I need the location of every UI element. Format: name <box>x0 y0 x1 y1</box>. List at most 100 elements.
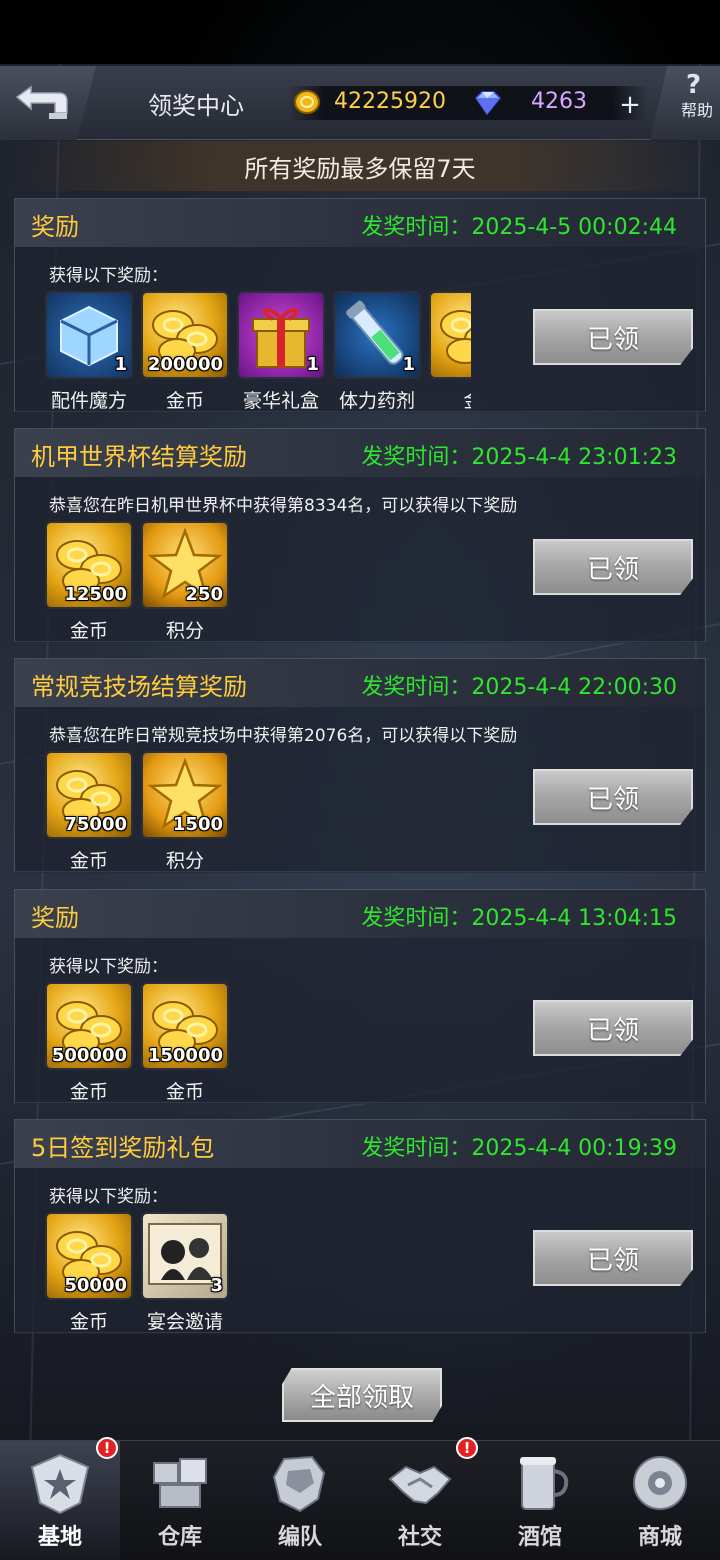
claimed-button[interactable]: 已领 <box>533 309 693 365</box>
claimed-button[interactable]: 已领 <box>533 1230 693 1286</box>
reward-item[interactable]: 200000 金币 <box>141 291 229 411</box>
item-count: 12500 <box>64 584 127 605</box>
item-count: 1500 <box>172 814 223 835</box>
reward-card-header: 机甲世界杯结算奖励 发奖时间：2025-4-4 23:01:23 <box>15 429 705 477</box>
reward-item[interactable]: 1 豪华礼盒 <box>237 291 325 411</box>
item-name: 积分 <box>165 620 204 641</box>
item-name: 金币 <box>69 1311 108 1332</box>
item-count: 500000 <box>51 1045 127 1066</box>
reward-card-header: 5日签到奖励礼包 发奖时间：2025-4-4 00:19:39 <box>15 1120 705 1168</box>
reward-time: 发奖时间：2025-4-4 13:04:15 <box>361 906 677 931</box>
nav-handshake[interactable]: 社交! <box>360 1437 480 1560</box>
item-count: 3 <box>210 1275 223 1296</box>
reward-time: 发奖时间：2025-4-4 23:01:23 <box>361 445 677 470</box>
retention-notice: 所有奖励最多保留7天 <box>0 141 720 191</box>
item-name: 金币 <box>165 390 204 411</box>
claimed-button[interactable]: 已领 <box>533 539 693 595</box>
reward-title: 机甲世界杯结算奖励 <box>31 443 247 471</box>
reward-card-header: 奖励 发奖时间：2025-4-4 13:04:15 <box>15 890 705 938</box>
gold-coins-icon: 200000 <box>141 291 229 379</box>
nav-label: 商城 <box>637 1525 682 1550</box>
reward-card: 常规竞技场结算奖励 发奖时间：2025-4-4 22:00:30 恭喜您在昨日常规竞… <box>14 658 706 873</box>
reward-item[interactable]: 1 配件魔方 <box>45 291 133 411</box>
reward-description: 恭喜您在昨日机甲世界杯中获得第8334名，可以获得以下奖励 <box>49 496 518 516</box>
reward-items: 500000 金币 150000 金币 <box>45 982 471 1102</box>
reward-items: 75000 金币 1500 积分 <box>45 751 471 871</box>
gold-coins-icon: 75000 <box>45 751 133 839</box>
handshake-icon <box>386 1449 454 1517</box>
item-count: 50000 <box>64 1275 127 1296</box>
gold-amount: 42225920 <box>334 89 446 114</box>
item-name: 金币 <box>69 1081 108 1102</box>
reward-card-header: 奖励 发奖时间：2025-4-5 00:02:44 <box>15 199 705 247</box>
reward-card-body: 恭喜您在昨日常规竞技场中获得第2076名，可以获得以下奖励 75000 金币 1500… <box>15 707 705 873</box>
help-label: 帮助 <box>681 101 714 120</box>
star-icon: 1500 <box>141 751 229 839</box>
reward-item[interactable]: 12500 金币 <box>45 521 133 641</box>
reward-description: 获得以下奖励： <box>49 266 168 286</box>
reward-title: 5日签到奖励礼包 <box>31 1134 215 1162</box>
gold-coins-icon: 50000 <box>45 1212 133 1300</box>
nav-formation[interactable]: 编队 <box>240 1441 360 1560</box>
potion-icon: 1 <box>333 291 421 379</box>
nav-label: 仓库 <box>157 1525 202 1550</box>
reward-card-body: 获得以下奖励： 50000 金币 3 宴会邀请 已领 <box>15 1168 705 1334</box>
base-icon <box>26 1449 94 1517</box>
nav-shop[interactable]: 商城 <box>600 1441 720 1560</box>
item-name: 金币 <box>69 620 108 641</box>
item-count: 250 <box>185 584 223 605</box>
claim-all-button[interactable]: 全部领取 <box>282 1368 442 1422</box>
warehouse-icon <box>146 1449 214 1517</box>
reward-items: 12500 金币 250 积分 <box>45 521 471 641</box>
gold-coins-icon: 150000 <box>141 982 229 1070</box>
item-name: 体力药剂 <box>338 390 415 411</box>
reward-item[interactable]: 250 积分 <box>141 521 229 641</box>
nav-base[interactable]: 基地! <box>0 1437 120 1560</box>
reward-item[interactable]: 75000 金币 <box>45 751 133 871</box>
invitation-ticket-icon: 3 <box>141 1212 229 1300</box>
reward-item[interactable]: 150000 金币 <box>141 982 229 1102</box>
nav-label: 基地 <box>37 1525 82 1550</box>
cube-icon: 1 <box>45 291 133 379</box>
nav-label: 社交 <box>397 1525 442 1550</box>
reward-center-screen: 领奖中心 42225920 4263 + ? 帮助 所有奖励最多保留7天 奖励发… <box>0 0 720 1560</box>
reward-card: 5日签到奖励礼包 发奖时间：2025-4-4 00:19:39 获得以下奖励： 500… <box>14 1119 706 1334</box>
reward-description: 获得以下奖励： <box>49 957 168 977</box>
add-currency-button[interactable]: + <box>616 92 644 118</box>
page-title: 领奖中心 <box>148 92 244 120</box>
reward-title: 常规竞技场结算奖励 <box>31 673 247 701</box>
item-name: 金币 <box>165 1081 204 1102</box>
diamond-icon <box>475 91 502 116</box>
reward-item[interactable]: 3 宴会邀请 <box>141 1212 229 1332</box>
help-icon: ? <box>686 70 702 100</box>
item-count: 1 <box>402 354 415 375</box>
reward-time: 发奖时间：2025-4-4 00:19:39 <box>361 1136 677 1161</box>
claimed-button[interactable]: 已领 <box>533 1000 693 1056</box>
item-count: 1 <box>114 354 127 375</box>
reward-items: 1配件魔方200000金币1豪华礼盒1体力药剂150金 <box>45 291 471 411</box>
gold-coin-icon <box>294 90 320 114</box>
item-count: 200000 <box>147 354 223 375</box>
nav-tavern[interactable]: 酒馆 <box>480 1441 600 1560</box>
item-name: 配件魔方 <box>50 390 127 411</box>
diamond-amount: 4263 <box>531 89 587 114</box>
nav-warehouse[interactable]: 仓库 <box>120 1441 240 1560</box>
back-arrow-icon <box>15 85 68 119</box>
item-count: 75000 <box>64 814 127 835</box>
gold-coins-icon: 500000 <box>45 982 133 1070</box>
reward-item[interactable]: 50000 金币 <box>45 1212 133 1332</box>
gold-coins-icon: 150 <box>429 291 471 379</box>
item-name: 积分 <box>165 850 204 871</box>
item-count: 1 <box>306 354 319 375</box>
item-count: 150000 <box>147 1045 223 1066</box>
reward-item[interactable]: 1500 积分 <box>141 751 229 871</box>
claimed-button[interactable]: 已领 <box>533 769 693 825</box>
reward-item[interactable]: 1 体力药剂 <box>333 291 421 411</box>
item-name: 金 <box>423 386 471 411</box>
reward-item[interactable]: 150金 <box>429 291 471 411</box>
reward-item[interactable]: 500000 金币 <box>45 982 133 1102</box>
back-button[interactable] <box>0 66 96 140</box>
reward-card: 机甲世界杯结算奖励 发奖时间：2025-4-4 23:01:23 恭喜您在昨日机甲世… <box>14 428 706 643</box>
reward-card-header: 常规竞技场结算奖励 发奖时间：2025-4-4 22:00:30 <box>15 659 705 707</box>
tavern-icon <box>506 1449 574 1517</box>
